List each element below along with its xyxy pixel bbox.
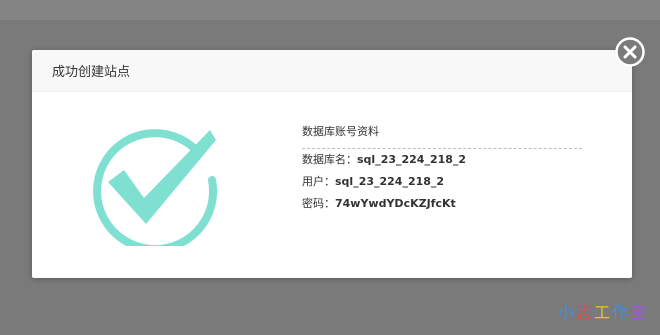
db-user-label: 用户： [302, 175, 335, 188]
db-name-value: sql_23_224_218_2 [357, 153, 467, 166]
db-info-panel: 数据库账号资料 数据库名：sql_23_224_218_2 用户：sql_23_… [302, 126, 582, 215]
success-dialog: 成功创建站点 数据库账号资料 数据库名：sql_23_224_218_2 用户：… [32, 50, 632, 278]
close-icon[interactable] [615, 37, 645, 67]
db-name-label: 数据库名： [302, 153, 357, 166]
watermark-char: 室 [629, 303, 648, 322]
watermark-char: 志 [575, 303, 594, 322]
db-password-row: 密码：74wYwdYDcKZJfcKt [302, 193, 582, 215]
dialog-header: 成功创建站点 [32, 50, 632, 92]
db-info-heading: 数据库账号资料 [302, 126, 582, 149]
watermark-char: 作 [611, 303, 630, 322]
watermark-char: 工 [593, 303, 612, 322]
db-name-row: 数据库名：sql_23_224_218_2 [302, 149, 582, 171]
dialog-title: 成功创建站点 [52, 65, 131, 80]
db-user-row: 用户：sql_23_224_218_2 [302, 171, 582, 193]
db-user-value: sql_23_224_218_2 [335, 175, 445, 188]
db-password-label: 密码： [302, 197, 335, 210]
check-circle-icon [93, 129, 218, 246]
db-password-value: 74wYwdYDcKZJfcKt [335, 197, 456, 210]
watermark-logo: 小志工作室 [558, 299, 648, 323]
watermark-char: 小 [557, 303, 576, 322]
background-top-strip [0, 0, 660, 20]
